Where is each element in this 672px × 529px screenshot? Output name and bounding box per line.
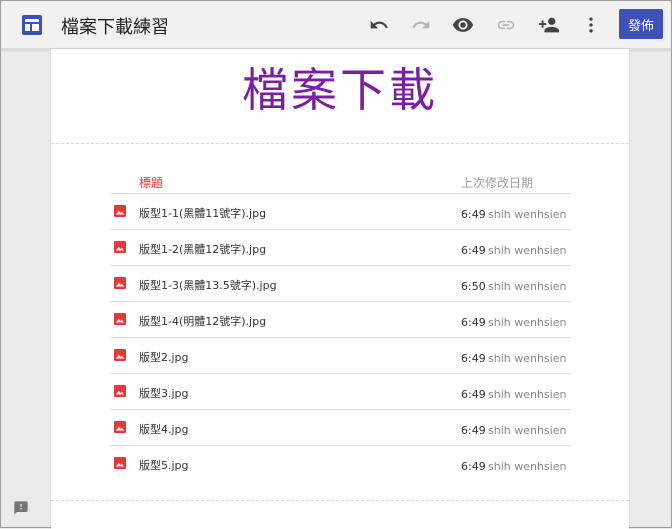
file-modified-time: 6:49 <box>461 424 486 437</box>
site-title[interactable]: 檔案下載練習 <box>61 13 169 39</box>
column-header-title[interactable]: 標題 <box>139 174 163 191</box>
file-name: 版型2.jpg <box>139 351 189 364</box>
file-modified-by: shih wenhsien <box>488 424 567 437</box>
file-modified-by: shih wenhsien <box>488 460 567 473</box>
file-modified-by: shih wenhsien <box>488 244 567 257</box>
file-name: 版型3.jpg <box>139 387 189 400</box>
file-row[interactable]: 版型1-1(黑體11號字).jpg 6:49 shih wenhsien <box>110 193 572 230</box>
image-file-icon <box>114 385 126 397</box>
file-name: 版型1-3(黑體13.5號字).jpg <box>139 279 277 292</box>
top-toolbar: 檔案下載練習 發佈 <box>1 1 671 49</box>
file-row[interactable]: 版型2.jpg 6:49 shih wenhsien <box>110 337 572 374</box>
file-modified-time: 6:49 <box>461 244 486 257</box>
image-file-icon <box>114 241 126 253</box>
more-options-button[interactable] <box>577 11 605 39</box>
file-modified-by: shih wenhsien <box>488 280 567 293</box>
link-icon <box>497 20 515 30</box>
redo-icon <box>412 20 430 29</box>
file-row[interactable]: 版型1-3(黑體13.5號字).jpg 6:50 shih wenhsien <box>110 265 572 302</box>
image-file-icon <box>114 349 126 361</box>
column-header-modified[interactable]: 上次修改日期 <box>461 174 533 191</box>
page-canvas: 檔案下載 標題 上次修改日期 版型1-1(黑體11號字).jpg 6:49 shih… <box>51 49 629 529</box>
preview-icon <box>452 18 474 32</box>
file-modified-time: 6:49 <box>461 460 486 473</box>
file-name: 版型1-2(黑體12號字).jpg <box>139 243 267 256</box>
file-name: 版型5.jpg <box>139 459 189 472</box>
sites-logo-icon <box>22 15 42 35</box>
file-name: 版型1-4(明體12號字).jpg <box>139 315 267 328</box>
image-file-icon <box>114 457 126 469</box>
file-modified-time: 6:50 <box>461 280 486 293</box>
file-modified-by: shih wenhsien <box>488 208 567 221</box>
file-name: 版型1-1(黑體11號字).jpg <box>139 207 267 220</box>
feedback-icon[interactable] <box>13 500 29 516</box>
more-vert-icon <box>589 17 593 33</box>
publish-button[interactable]: 發佈 <box>619 9 663 39</box>
file-modified-time: 6:49 <box>461 316 486 329</box>
file-modified-time: 6:49 <box>461 208 486 221</box>
redo-button[interactable] <box>407 11 435 39</box>
image-file-icon <box>114 277 126 289</box>
preview-button[interactable] <box>449 11 477 39</box>
image-file-icon <box>114 313 126 325</box>
file-name: 版型4.jpg <box>139 423 189 436</box>
file-row[interactable]: 版型1-2(黑體12號字).jpg 6:49 shih wenhsien <box>110 229 572 266</box>
file-row[interactable]: 版型5.jpg 6:49 shih wenhsien <box>110 445 572 482</box>
file-row[interactable]: 版型4.jpg 6:49 shih wenhsien <box>110 409 572 446</box>
image-file-icon <box>114 421 126 433</box>
file-row[interactable]: 版型3.jpg 6:49 shih wenhsien <box>110 373 572 410</box>
share-button[interactable] <box>535 11 563 39</box>
file-modified-time: 6:49 <box>461 352 486 365</box>
image-file-icon <box>114 205 126 217</box>
file-row[interactable]: 版型1-4(明體12號字).jpg 6:49 shih wenhsien <box>110 301 572 338</box>
section-divider <box>51 143 629 144</box>
add-person-icon <box>538 17 560 33</box>
file-modified-time: 6:49 <box>461 388 486 401</box>
page-heading[interactable]: 檔案下載 <box>51 54 629 120</box>
file-modified-by: shih wenhsien <box>488 388 567 401</box>
section-divider-bottom <box>51 500 629 501</box>
link-button[interactable] <box>492 11 520 39</box>
file-modified-by: shih wenhsien <box>488 316 567 329</box>
file-modified-by: shih wenhsien <box>488 352 567 365</box>
undo-icon <box>370 20 388 29</box>
undo-button[interactable] <box>365 11 393 39</box>
